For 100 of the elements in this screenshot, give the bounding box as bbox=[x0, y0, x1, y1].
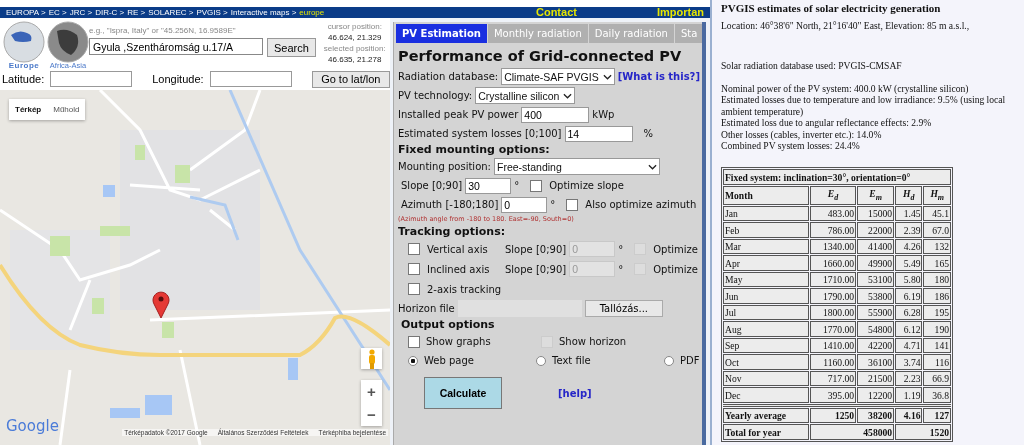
go-to-lat-lon-button[interactable]: Go to lat/lon bbox=[311, 70, 390, 88]
table-cell: 67.0 bbox=[923, 222, 951, 238]
breadcrumb-link[interactable]: europe bbox=[299, 8, 325, 17]
table-cell: Apr bbox=[723, 255, 809, 271]
chevron-down-icon bbox=[602, 73, 612, 80]
unit-label: % bbox=[643, 128, 654, 139]
table-cell: May bbox=[723, 271, 809, 288]
map-type-tab[interactable]: Térkép bbox=[9, 99, 48, 120]
table-cell: Yearly average bbox=[723, 407, 809, 424]
table-cell: 132 bbox=[923, 238, 951, 255]
tab[interactable]: PV Estimation bbox=[396, 24, 487, 43]
angle-field[interactable]: 30 bbox=[465, 177, 512, 194]
checkbox[interactable] bbox=[566, 198, 579, 211]
breadcrumb-link[interactable]: DIR-C > bbox=[95, 8, 125, 17]
checkbox-label: Show horizon bbox=[559, 336, 627, 347]
checkbox-label: Optimize slope bbox=[549, 180, 624, 191]
table-cell: 22000 bbox=[857, 222, 895, 238]
table-cell: 116 bbox=[923, 354, 951, 370]
map-pin-icon[interactable] bbox=[152, 291, 170, 319]
map-type-tab[interactable]: Műhold bbox=[47, 99, 86, 120]
field-label: Slope [0;90] bbox=[401, 180, 463, 191]
degree-label: ° bbox=[550, 199, 556, 210]
chevron-down-icon bbox=[563, 92, 573, 99]
location-search-field[interactable]: Gyula ,Szentháromság u.17/A bbox=[89, 38, 263, 55]
table-cell: 4.26 bbox=[895, 238, 923, 255]
person-icon bbox=[366, 348, 377, 369]
cursor-position-label: cursor position: bbox=[327, 21, 382, 32]
radiation-database-dropdown[interactable]: Climate-SAF PVGIS bbox=[501, 68, 615, 85]
longitude-label: Longitude: bbox=[152, 73, 204, 85]
result-line: Estimated losses due to temperature and low irradiance: 9.5% (using local ambient temperature) bbox=[721, 94, 1007, 118]
form-title: Performance of Grid-connected PV bbox=[398, 48, 683, 64]
globe-icon[interactable] bbox=[47, 21, 89, 63]
table-cell: 55900 bbox=[857, 304, 895, 321]
checkbox[interactable] bbox=[408, 283, 420, 295]
longitude-field[interactable] bbox=[209, 71, 292, 87]
results-title: PVGIS estimates of solar electricity generation bbox=[721, 1, 942, 16]
table-cell: 49900 bbox=[857, 255, 895, 271]
table-cell: 1660.00 bbox=[809, 255, 857, 271]
degree-label: ° bbox=[618, 263, 624, 275]
region-link[interactable]: Europe bbox=[8, 61, 40, 70]
table-cell: 483.00 bbox=[809, 205, 857, 222]
result-line: Nominal power of the PV system: 400.0 kW (crystalline silicon) bbox=[721, 83, 970, 95]
radio-label: Text file bbox=[552, 355, 591, 366]
table-cell: Nov bbox=[723, 370, 809, 387]
table-cell: 1340.00 bbox=[809, 238, 857, 255]
breadcrumb-link[interactable]: PVGIS > bbox=[196, 8, 228, 17]
latitude-field[interactable] bbox=[50, 71, 133, 87]
zoom-out-button[interactable]: − bbox=[361, 403, 382, 426]
field-label: Installed peak PV power bbox=[398, 109, 519, 120]
pv-technology-dropdown[interactable]: Crystalline silicon bbox=[475, 87, 576, 104]
browse-button[interactable]: Tallózás... bbox=[584, 300, 664, 317]
column-header: Month bbox=[723, 185, 809, 205]
radio-label: Web page bbox=[424, 355, 474, 366]
nav-link[interactable]: Contact bbox=[536, 7, 577, 18]
table-caption: Fixed system: inclination=30°, orientation=0° bbox=[723, 169, 951, 185]
table-cell: 1520 bbox=[895, 424, 951, 440]
table-cell: 395.00 bbox=[809, 387, 857, 403]
table-cell: 1.45 bbox=[895, 205, 923, 222]
mounting-position-dropdown[interactable]: Free-standing bbox=[493, 158, 660, 175]
table-cell: 1160.00 bbox=[809, 354, 857, 370]
angle-field[interactable]: 0 bbox=[501, 196, 548, 213]
table-cell: 41400 bbox=[857, 238, 895, 255]
system-losses-field[interactable]: 14 bbox=[564, 125, 633, 142]
table-cell: 6.28 bbox=[895, 304, 923, 321]
street-view-button[interactable] bbox=[361, 348, 382, 369]
checkbox[interactable] bbox=[530, 179, 543, 192]
calculate-button[interactable]: Calculate bbox=[424, 377, 502, 409]
latitude-label: Latitude: bbox=[2, 73, 45, 85]
breadcrumb-link[interactable]: EUROPA > bbox=[6, 8, 46, 17]
radio-label: PDF bbox=[680, 355, 700, 366]
table-cell: 6.12 bbox=[895, 321, 923, 337]
checkbox-label: Also optimize azimuth bbox=[585, 199, 697, 210]
nav-link[interactable]: Importan bbox=[656, 7, 704, 18]
checkbox-label: 2-axis tracking bbox=[427, 283, 502, 295]
help-link[interactable]: [help] bbox=[558, 387, 592, 399]
search-button[interactable]: Search bbox=[267, 38, 316, 57]
table-cell: 3.74 bbox=[895, 354, 923, 370]
table-cell: 1250 bbox=[809, 407, 857, 424]
radio-button[interactable] bbox=[664, 355, 674, 366]
breadcrumb-link[interactable]: RE > bbox=[127, 8, 146, 17]
chevron-down-icon bbox=[647, 163, 657, 170]
help-link[interactable]: [What is this?] bbox=[617, 71, 700, 82]
breadcrumb-link[interactable]: SOLAREC > bbox=[148, 8, 194, 17]
radio-button[interactable] bbox=[536, 355, 546, 366]
checkbox[interactable] bbox=[408, 335, 420, 348]
column-header: H$_{d}$ bbox=[895, 185, 923, 205]
table-cell: 186 bbox=[923, 288, 951, 304]
radio-button[interactable] bbox=[408, 355, 418, 366]
field-label: Radiation database: bbox=[398, 71, 499, 82]
column-header: E$_{m}$ bbox=[857, 185, 895, 205]
zoom-in-button[interactable]: + bbox=[361, 380, 382, 403]
peak-power-field[interactable]: 400 bbox=[521, 106, 590, 123]
globe-icon[interactable] bbox=[3, 21, 45, 63]
breadcrumb-link[interactable]: Interactive maps > bbox=[230, 8, 297, 17]
breadcrumb-link[interactable]: EC > bbox=[48, 8, 67, 17]
table-cell: 2.39 bbox=[895, 222, 923, 238]
result-line: Combined PV system losses: 24.4% bbox=[721, 140, 861, 152]
table-cell: 66.9 bbox=[923, 370, 951, 387]
breadcrumb-link[interactable]: JRC > bbox=[69, 8, 93, 17]
section-heading: Tracking options: bbox=[398, 225, 507, 239]
